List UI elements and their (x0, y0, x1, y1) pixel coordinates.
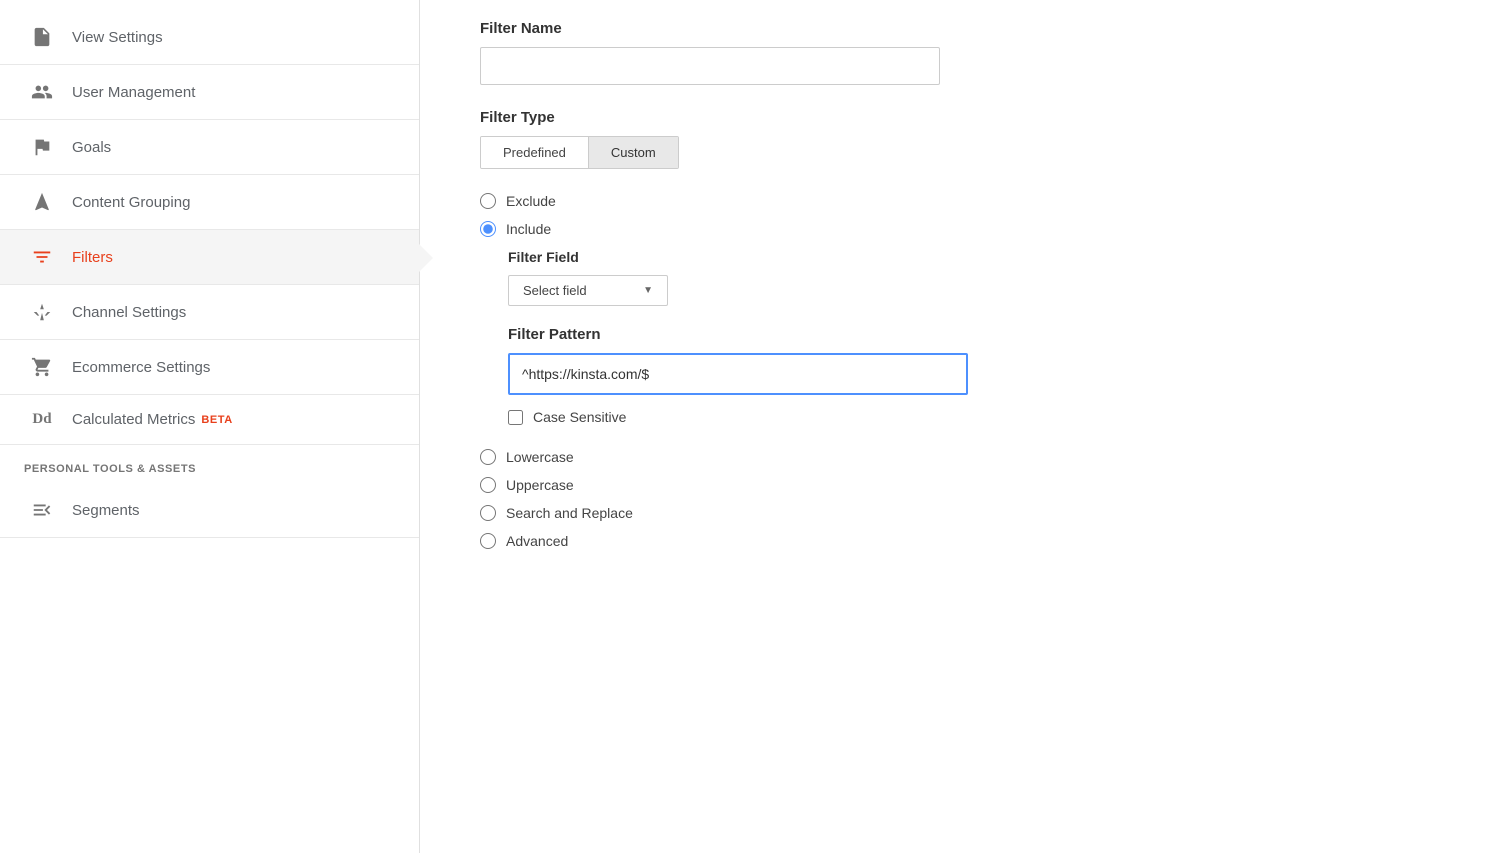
sidebar-label-goals: Goals (72, 139, 111, 156)
advanced-label: Advanced (506, 533, 568, 549)
users-icon (24, 81, 60, 103)
exclude-radio[interactable] (480, 193, 496, 209)
personal-tools-section-header: PERSONAL TOOLS & ASSETS (0, 445, 419, 483)
sidebar-item-filters[interactable]: Filters (0, 230, 419, 285)
filter-type-label: Filter Type (480, 109, 1440, 126)
case-sensitive-checkbox[interactable] (508, 410, 523, 425)
sidebar-label-ecommerce-settings: Ecommerce Settings (72, 359, 210, 376)
include-radio[interactable] (480, 221, 496, 237)
sidebar-item-calculated-metrics[interactable]: Dd Calculated Metrics BETA (0, 395, 419, 445)
sidebar-item-content-grouping[interactable]: Content Grouping (0, 175, 419, 230)
sidebar-label-calculated-metrics: Calculated Metrics (72, 411, 195, 428)
sidebar-label-view-settings: View Settings (72, 29, 163, 46)
filter-type-button-group: Predefined Custom (480, 136, 679, 169)
calculated-metrics-icon: Dd (24, 411, 60, 428)
filter-pattern-section: Filter Pattern Case Sensitive (508, 326, 1440, 425)
filter-field-label: Filter Field (508, 249, 1440, 265)
sidebar-item-ecommerce-settings[interactable]: Ecommerce Settings (0, 340, 419, 395)
uppercase-label: Uppercase (506, 477, 574, 493)
case-sensitive-option[interactable]: Case Sensitive (508, 409, 1440, 425)
lowercase-label: Lowercase (506, 449, 574, 465)
sidebar-item-user-management[interactable]: User Management (0, 65, 419, 120)
sidebar-item-segments[interactable]: Segments (0, 483, 419, 538)
include-label: Include (506, 221, 551, 237)
lowercase-option[interactable]: Lowercase (480, 449, 1440, 465)
channel-settings-icon (24, 301, 60, 323)
sidebar-label-content-grouping: Content Grouping (72, 194, 190, 211)
custom-button[interactable]: Custom (589, 137, 678, 168)
beta-badge: BETA (201, 414, 232, 426)
filter-pattern-label: Filter Pattern (508, 326, 1440, 343)
filter-field-section: Filter Field Select field ▼ (508, 249, 1440, 306)
content-grouping-icon (24, 191, 60, 213)
active-arrow-indicator (419, 244, 433, 272)
sidebar-label-user-management: User Management (72, 84, 195, 101)
include-option[interactable]: Include (480, 221, 1440, 237)
exclude-option[interactable]: Exclude (480, 193, 1440, 209)
filter-type-radio-group: Exclude Include Filter Field Select fiel… (480, 193, 1440, 306)
sidebar-item-channel-settings[interactable]: Channel Settings (0, 285, 419, 340)
select-field-dropdown[interactable]: Select field ▼ (508, 275, 668, 306)
exclude-label: Exclude (506, 193, 556, 209)
filter-type-section: Filter Type Predefined Custom (480, 109, 1440, 169)
search-replace-radio[interactable] (480, 505, 496, 521)
segments-icon (24, 499, 60, 521)
advanced-option[interactable]: Advanced (480, 533, 1440, 549)
chevron-down-icon: ▼ (643, 285, 653, 296)
sidebar-label-segments: Segments (72, 502, 140, 519)
flag-icon (24, 136, 60, 158)
case-sensitive-label: Case Sensitive (533, 409, 626, 425)
sidebar: View Settings User Management Goals Cont… (0, 0, 420, 853)
search-replace-label: Search and Replace (506, 505, 633, 521)
select-field-value: Select field (523, 283, 587, 298)
filter-name-label: Filter Name (480, 20, 1440, 37)
sidebar-label-filters: Filters (72, 249, 113, 266)
sidebar-item-goals[interactable]: Goals (0, 120, 419, 175)
ecommerce-icon (24, 356, 60, 378)
filter-name-input[interactable] (480, 47, 940, 85)
predefined-button[interactable]: Predefined (481, 137, 589, 168)
advanced-radio[interactable] (480, 533, 496, 549)
filter-pattern-input[interactable] (508, 353, 968, 395)
filter-icon (24, 246, 60, 268)
main-content: Filter Name Filter Type Predefined Custo… (420, 0, 1500, 853)
sidebar-item-view-settings[interactable]: View Settings (0, 10, 419, 65)
uppercase-option[interactable]: Uppercase (480, 477, 1440, 493)
filter-mode-radio-group: Lowercase Uppercase Search and Replace A… (480, 449, 1440, 549)
search-replace-option[interactable]: Search and Replace (480, 505, 1440, 521)
document-icon (24, 26, 60, 48)
uppercase-radio[interactable] (480, 477, 496, 493)
lowercase-radio[interactable] (480, 449, 496, 465)
sidebar-label-channel-settings: Channel Settings (72, 304, 186, 321)
filter-name-section: Filter Name (480, 20, 1440, 85)
